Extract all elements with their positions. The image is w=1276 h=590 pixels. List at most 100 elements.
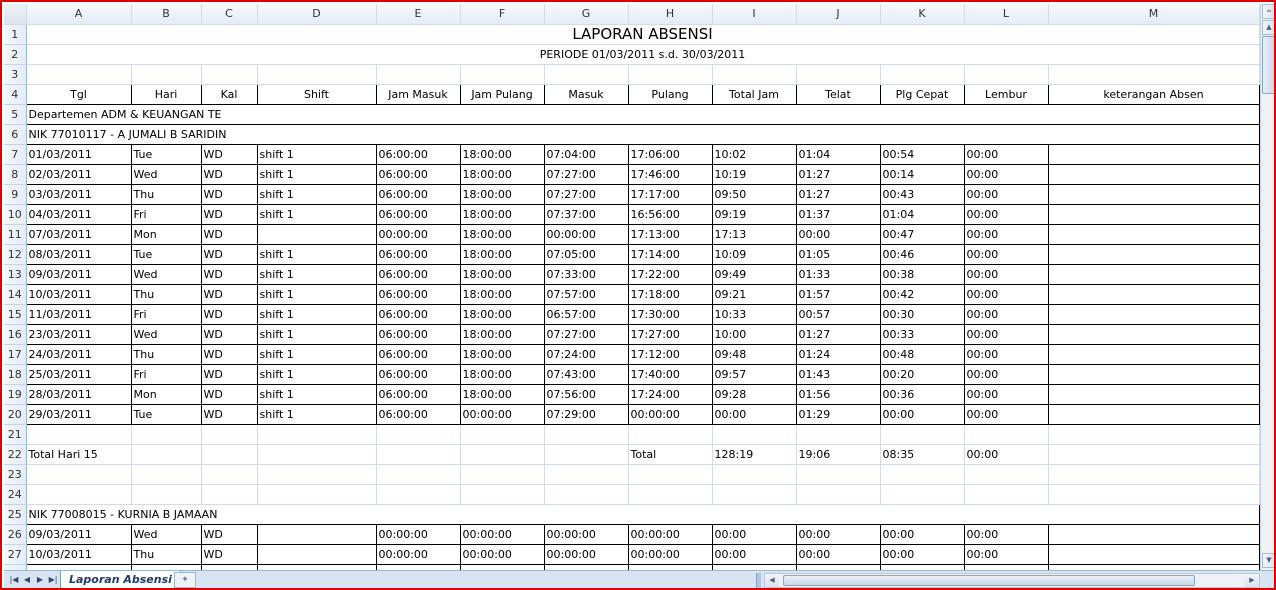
data-cell[interactable]: 06:00:00	[375, 283, 461, 305]
data-cell[interactable]: 01:24	[795, 343, 881, 365]
data-cell[interactable]: 17:22:00	[627, 263, 713, 285]
data-cell[interactable]: 01:04	[795, 143, 881, 165]
data-cell[interactable]: 00:00:00	[459, 403, 545, 425]
split-box-icon[interactable]: ═	[1262, 4, 1274, 19]
header-cell[interactable]: Lembur	[963, 83, 1049, 105]
data-cell[interactable]: shift 1	[256, 203, 377, 225]
data-cell[interactable]: 07:37:00	[543, 203, 629, 225]
data-cell[interactable]: 07:27:00	[543, 163, 629, 185]
data-cell[interactable]: Wed	[130, 163, 202, 185]
header-cell[interactable]: Kal	[200, 83, 258, 105]
cell[interactable]	[257, 464, 377, 485]
row-header[interactable]: 20	[4, 404, 27, 425]
column-header[interactable]: I	[712, 4, 797, 25]
cell[interactable]	[460, 444, 545, 465]
data-cell[interactable]	[256, 523, 377, 545]
data-cell[interactable]: 11/03/2011	[25, 303, 132, 325]
data-cell[interactable]: 17:24:00	[627, 383, 713, 405]
data-cell[interactable]: 01:57	[795, 283, 881, 305]
row-header[interactable]: 4	[4, 84, 27, 105]
cell[interactable]	[628, 484, 713, 505]
data-cell[interactable]: 09:28	[711, 383, 797, 405]
column-header[interactable]: G	[544, 4, 629, 25]
data-cell[interactable]: 00:00	[879, 403, 965, 425]
data-cell[interactable]: WD	[200, 223, 258, 245]
data-cell[interactable]	[1047, 223, 1260, 245]
data-cell[interactable]	[1047, 163, 1260, 185]
data-cell[interactable]: 00:00	[963, 243, 1049, 265]
data-cell[interactable]: Thu	[130, 343, 202, 365]
vertical-scroll-thumb[interactable]	[1262, 36, 1274, 94]
total-telat[interactable]: 19:06	[796, 444, 881, 465]
row-header[interactable]: 21	[4, 424, 27, 445]
row-header[interactable]: 6	[4, 124, 27, 145]
data-cell[interactable]: shift 1	[256, 243, 377, 265]
header-cell[interactable]: Pulang	[627, 83, 713, 105]
select-all-corner[interactable]	[4, 4, 27, 25]
cell[interactable]	[880, 64, 965, 85]
data-cell[interactable]: 18:00:00	[459, 283, 545, 305]
column-header[interactable]: M	[1048, 4, 1260, 25]
data-cell[interactable]: 00:57	[795, 303, 881, 325]
cell[interactable]	[26, 464, 132, 485]
cell[interactable]	[131, 424, 202, 445]
cell[interactable]	[796, 424, 881, 445]
cell[interactable]	[712, 484, 797, 505]
data-cell[interactable]: Wed	[130, 263, 202, 285]
data-cell[interactable]: shift 1	[256, 283, 377, 305]
row-header[interactable]: 23	[4, 464, 27, 485]
data-cell[interactable]: 00:00:00	[543, 223, 629, 245]
cell[interactable]	[376, 444, 461, 465]
data-cell[interactable]: WD	[200, 283, 258, 305]
header-cell[interactable]: Jam Masuk	[375, 83, 461, 105]
data-cell[interactable]: 01:04	[879, 203, 965, 225]
data-cell[interactable]: shift 1	[256, 403, 377, 425]
data-cell[interactable]: WD	[200, 523, 258, 545]
cell[interactable]	[257, 444, 377, 465]
row-header[interactable]: 5	[4, 104, 27, 125]
cell[interactable]	[131, 64, 202, 85]
data-cell[interactable]: 06:00:00	[375, 263, 461, 285]
data-cell[interactable]: 00:00	[963, 223, 1049, 245]
data-cell[interactable]: 00:54	[879, 143, 965, 165]
cell[interactable]	[131, 464, 202, 485]
data-cell[interactable]: Tue	[130, 403, 202, 425]
data-cell[interactable]: 00:00	[711, 543, 797, 565]
data-cell[interactable]: 00:00:00	[375, 523, 461, 545]
data-cell[interactable]: 17:17:00	[627, 183, 713, 205]
header-cell[interactable]: Hari	[130, 83, 202, 105]
column-header[interactable]: J	[796, 4, 881, 25]
data-cell[interactable]: Fri	[130, 203, 202, 225]
next-sheet-icon[interactable]: ▶	[34, 574, 46, 586]
cell[interactable]	[712, 64, 797, 85]
first-sheet-icon[interactable]: |◀	[8, 574, 20, 586]
cell[interactable]	[796, 64, 881, 85]
cell[interactable]	[628, 424, 713, 445]
data-cell[interactable]: 00:43	[879, 183, 965, 205]
row-header[interactable]: 27	[4, 544, 27, 565]
cell[interactable]	[376, 64, 461, 85]
data-cell[interactable]: 00:14	[879, 163, 965, 185]
column-header[interactable]: B	[131, 4, 202, 25]
cell[interactable]	[1048, 424, 1260, 445]
scroll-right-icon[interactable]: ▶	[1245, 574, 1259, 587]
data-cell[interactable]: WD	[200, 323, 258, 345]
total-days-label[interactable]: Total Hari 15	[26, 444, 132, 465]
data-cell[interactable]: 24/03/2011	[25, 343, 132, 365]
header-cell[interactable]: Masuk	[543, 83, 629, 105]
cell[interactable]	[880, 484, 965, 505]
data-cell[interactable]: 07:43:00	[543, 363, 629, 385]
data-cell[interactable]: 00:00:00	[627, 403, 713, 425]
data-cell[interactable]: 09:48	[711, 343, 797, 365]
data-cell[interactable]: 00:00	[963, 383, 1049, 405]
cell[interactable]	[544, 464, 629, 485]
data-cell[interactable]: 10:00	[711, 323, 797, 345]
cell[interactable]	[460, 424, 545, 445]
data-cell[interactable]: 01:37	[795, 203, 881, 225]
horizontal-scroll-thumb[interactable]	[783, 575, 1195, 586]
data-cell[interactable]: 00:00	[963, 283, 1049, 305]
cell[interactable]	[257, 484, 377, 505]
cell[interactable]	[964, 424, 1049, 445]
data-cell[interactable]: 17:18:00	[627, 283, 713, 305]
row-header[interactable]: 26	[4, 524, 27, 545]
